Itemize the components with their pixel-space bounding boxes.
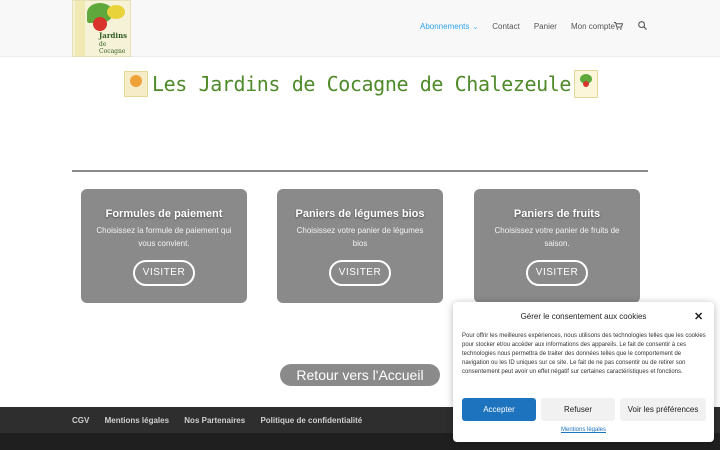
strawberry-icon [583, 81, 589, 87]
footer-link-cgv[interactable]: CGV [72, 416, 89, 425]
logo-line-2: de Cocagne [99, 41, 126, 55]
back-home-button[interactable]: Retour vers l'Accueil [280, 364, 440, 386]
preferences-button[interactable]: Voir les préférences [620, 398, 706, 421]
card-description: Choisissez votre panier de légumes bios [296, 226, 424, 248]
divider [72, 170, 648, 172]
main-nav: Abonnements ⌄ Contact Panier Mon compte [420, 22, 629, 31]
footer-link-partenaires[interactable]: Nos Partenaires [184, 416, 245, 425]
card-paniers-legumes: Paniers de légumes bios Choisissez votre… [277, 189, 443, 303]
refuse-button[interactable]: Refuser [541, 398, 615, 421]
logo-line-1: Jardins [99, 31, 128, 40]
chevron-down-icon: ⌄ [472, 24, 479, 31]
nav-item-panier[interactable]: Panier [534, 22, 557, 31]
accept-button[interactable]: Accepter [462, 398, 536, 421]
page: Jardins de Cocagne Abonnements ⌄ Contact … [0, 0, 720, 450]
consent-title: Gérer le consentement aux cookies [520, 312, 647, 321]
footer-links: CGV Mentions légales Nos Partenaires Pol… [72, 416, 375, 425]
visit-button[interactable]: VISITER [329, 260, 391, 286]
fruit-icon [107, 5, 125, 19]
legal-notice-link[interactable]: Mentions légales [453, 427, 714, 433]
footer-link-politique[interactable]: Politique de confidentialité [260, 416, 362, 425]
card-description: Choisissez votre panier de fruits de sai… [494, 226, 620, 248]
card-title: Paniers de fruits [513, 208, 601, 220]
title-banner: Les Jardins de Cocagne de Chalezeule [124, 70, 598, 98]
page-title: Les Jardins de Cocagne de Chalezeule [152, 72, 572, 96]
nav-item-label: Abonnements [420, 22, 470, 31]
close-icon[interactable]: ✕ [694, 310, 703, 323]
shopping-cart-icon[interactable] [614, 22, 624, 32]
nav-item-contact[interactable]: Contact [492, 22, 520, 31]
search-icon[interactable] [638, 21, 647, 33]
cookie-consent-dialog: Gérer le consentement aux cookies ✕ Pour… [453, 302, 714, 442]
card-paniers-fruits: Paniers de fruits Choisissez votre panie… [474, 189, 640, 303]
jardins-logo [574, 70, 598, 98]
card-title: Paniers de légumes bios [295, 208, 425, 220]
site-logo[interactable]: Jardins de Cocagne [72, 0, 131, 57]
card-description: Choisissez la formule de paiement qui vo… [96, 226, 232, 248]
consent-text: Pour offrir les meilleures expériences, … [462, 333, 706, 375]
logo-side-strip [75, 1, 85, 56]
nav-item-mon-compte[interactable]: Mon compte [571, 22, 615, 31]
association-logo [124, 71, 148, 97]
card-formules-paiement: Formules de paiement Choisissez la formu… [81, 189, 247, 303]
nav-item-abonnements[interactable]: Abonnements ⌄ [420, 22, 478, 31]
site-header: Jardins de Cocagne Abonnements ⌄ Contact … [0, 0, 720, 57]
flower-icon [130, 75, 142, 87]
visit-button[interactable]: VISITER [133, 260, 195, 286]
footer-link-mentions[interactable]: Mentions légales [105, 416, 169, 425]
card-title: Formules de paiement [105, 208, 223, 220]
visit-button[interactable]: VISITER [526, 260, 588, 286]
